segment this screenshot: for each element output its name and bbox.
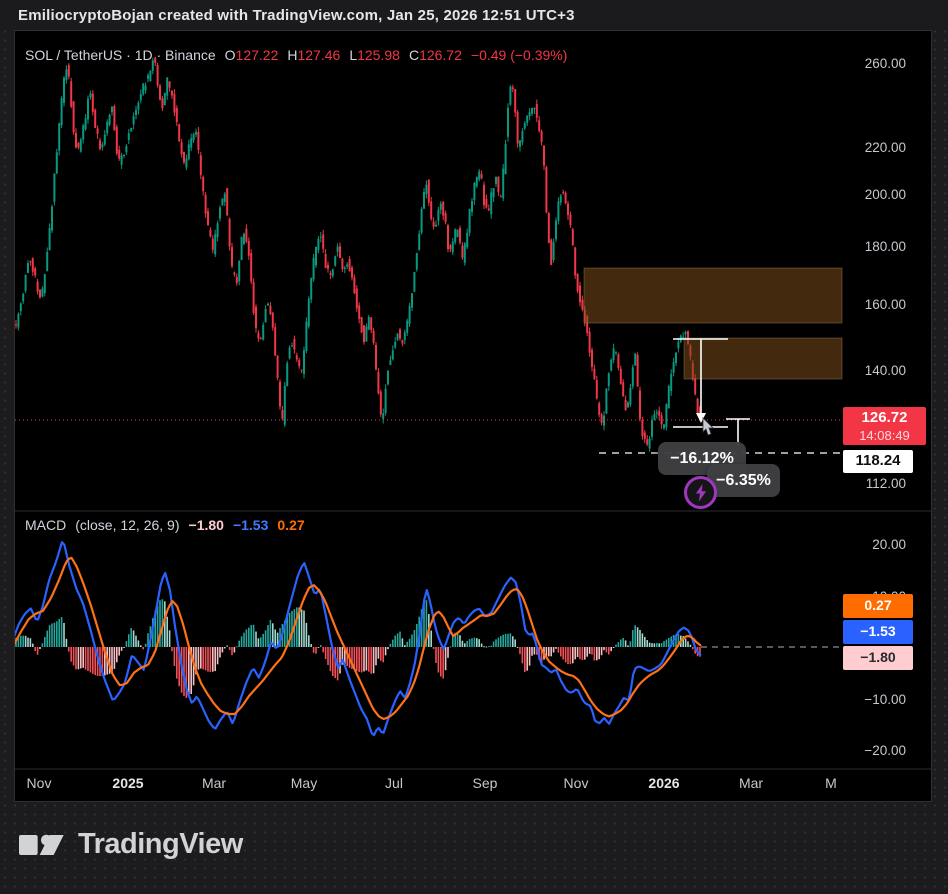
symbol-legend[interactable]: SOL / TetherUS · 1D · Binance O127.22 H1… bbox=[25, 47, 567, 63]
macd-signal-value: 0.27 bbox=[277, 517, 305, 533]
last-price-value: 126.72 bbox=[861, 409, 908, 426]
svg-text:2026: 2026 bbox=[648, 775, 679, 791]
macd-hist-axis-value: −1.80 bbox=[860, 649, 896, 666]
lightning-icon[interactable] bbox=[684, 476, 717, 509]
level-price-value: 118.24 bbox=[855, 452, 901, 470]
svg-text:180.00: 180.00 bbox=[865, 239, 906, 254]
bolt-glyph bbox=[695, 483, 706, 501]
last-price-label[interactable]: 126.72 14:08:49 bbox=[843, 407, 926, 445]
measure-tooltip-2: −6.35% bbox=[707, 464, 780, 497]
chart-widget[interactable]: 260.00 220.00 200.00 180.00 160.00 140.00 112.… bbox=[14, 30, 932, 802]
open-label: O bbox=[224, 47, 236, 63]
watermark-text: EmiliocryptoBojan created with TradingVi… bbox=[18, 6, 575, 24]
svg-text:Jul: Jul bbox=[385, 775, 403, 791]
macd-legend[interactable]: MACD (close, 12, 26, 9) −1.80 −1.53 0.27 bbox=[25, 517, 305, 533]
svg-text:112.00: 112.00 bbox=[866, 476, 906, 491]
svg-text:Mar: Mar bbox=[202, 775, 226, 791]
svg-text:−10.00: −10.00 bbox=[864, 692, 906, 707]
svg-text:200.00: 200.00 bbox=[865, 187, 906, 202]
tradingview-wordmark: TradingView bbox=[78, 828, 243, 860]
svg-text:Nov: Nov bbox=[564, 775, 589, 791]
macd-line-axis-value: −1.53 bbox=[860, 623, 896, 640]
svg-text:M: M bbox=[825, 775, 837, 791]
svg-text:220.00: 220.00 bbox=[865, 140, 906, 155]
low-value: 125.98 bbox=[357, 47, 400, 63]
close-value: 126.72 bbox=[419, 47, 462, 63]
change-value: −0.49 (−0.39%) bbox=[470, 47, 568, 63]
tradingview-logo: TradingView bbox=[19, 828, 243, 861]
high-label: H bbox=[287, 47, 298, 63]
macd-signal-axis-value: 0.27 bbox=[864, 597, 892, 614]
macd-hist-value: −1.80 bbox=[188, 517, 224, 533]
macd-line-value: −1.53 bbox=[232, 517, 269, 533]
high-value: 127.46 bbox=[297, 47, 341, 63]
macd-signal-label[interactable]: 0.27 bbox=[843, 594, 913, 618]
level-price-label[interactable]: 118.24 bbox=[843, 450, 913, 473]
tradingview-snapshot: { "watermark": "EmiliocryptoBojan create… bbox=[0, 0, 948, 894]
macd-line-label[interactable]: −1.53 bbox=[843, 620, 913, 644]
svg-text:160.00: 160.00 bbox=[865, 297, 906, 312]
tradingview-mark-icon bbox=[19, 834, 64, 855]
measure-percent-2: −6.35% bbox=[716, 471, 771, 489]
svg-text:260.00: 260.00 bbox=[865, 56, 906, 71]
svg-text:20.00: 20.00 bbox=[872, 537, 906, 552]
low-label: L bbox=[349, 47, 358, 63]
macd-hist-label[interactable]: −1.80 bbox=[843, 646, 913, 670]
macd-params: (close, 12, 26, 9) bbox=[75, 517, 180, 533]
svg-text:Mar: Mar bbox=[739, 775, 763, 791]
macd-title: MACD bbox=[25, 517, 67, 533]
symbol-title: SOL / TetherUS · 1D · Binance bbox=[25, 47, 216, 63]
svg-text:May: May bbox=[291, 775, 317, 791]
svg-text:−20.00: −20.00 bbox=[864, 743, 906, 758]
watermark-bar: EmiliocryptoBojan created with TradingVi… bbox=[0, 0, 948, 30]
close-label: C bbox=[408, 47, 420, 63]
svg-text:Sep: Sep bbox=[473, 775, 498, 791]
bar-countdown: 14:08:49 bbox=[859, 427, 910, 443]
open-value: 127.22 bbox=[235, 47, 279, 63]
svg-text:2025: 2025 bbox=[112, 775, 143, 791]
chart-canvas[interactable]: 260.00 220.00 200.00 180.00 160.00 140.00 112.… bbox=[15, 31, 931, 801]
svg-text:140.00: 140.00 bbox=[865, 363, 906, 378]
svg-text:Nov: Nov bbox=[27, 775, 52, 791]
